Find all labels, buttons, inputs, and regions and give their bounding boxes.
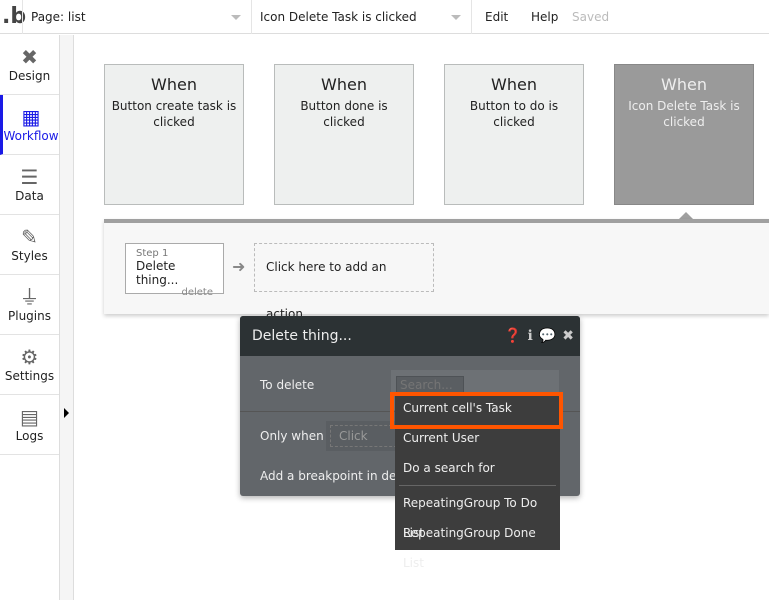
comment-icon[interactable]: 💬 bbox=[539, 328, 556, 344]
event-when: When bbox=[321, 75, 367, 94]
add-action-button[interactable]: Click here to add an action... bbox=[254, 243, 434, 321]
sidebar-item-settings[interactable]: ⚙ Settings bbox=[0, 335, 59, 395]
event-desc: Button to do is clicked bbox=[469, 99, 559, 129]
menu-edit[interactable]: Edit bbox=[485, 0, 508, 34]
sidebar-label: Logs bbox=[15, 429, 44, 443]
event-desc: Button done is clicked bbox=[300, 99, 388, 129]
save-status: Saved bbox=[572, 10, 610, 24]
highlight-box bbox=[390, 392, 563, 429]
workflow-panel: Step 1 Delete thing... delete ➜ Click he… bbox=[104, 219, 769, 321]
event-when: When bbox=[661, 75, 707, 94]
dropdown-menu: Current cell's Task Current User Do a se… bbox=[390, 392, 563, 570]
gear-icon: ⚙ bbox=[20, 345, 39, 369]
event-card[interactable]: When Button done is clicked bbox=[274, 64, 414, 205]
dropdown-item[interactable]: Do a search for bbox=[395, 453, 560, 483]
top-bar: .b Page: list Icon Delete Task is clicke… bbox=[0, 0, 769, 34]
sidebar-item-design[interactable]: ✖ Design bbox=[0, 35, 59, 95]
chevron-down-icon bbox=[231, 15, 241, 20]
sidebar: ✖ Design ▦ Workflow ☰ Data ✎ Styles ⏚ Plugins… bbox=[0, 35, 60, 600]
sidebar-item-logs[interactable]: ▤ Logs bbox=[0, 395, 59, 455]
dropdown-item[interactable]: RepeatingGroup To Do List bbox=[395, 488, 560, 540]
close-icon[interactable]: ✖ bbox=[562, 328, 574, 344]
sidebar-label: Data bbox=[15, 189, 44, 203]
design-icon: ✖ bbox=[21, 45, 38, 69]
step-delete-link[interactable]: delete bbox=[136, 287, 213, 298]
sidebar-label: Workflow bbox=[3, 129, 59, 143]
to-delete-label: To delete bbox=[260, 378, 315, 392]
only-when-label: Only when bbox=[260, 429, 324, 443]
step-1-card[interactable]: Step 1 Delete thing... delete bbox=[125, 243, 224, 298]
step-number: Step 1 bbox=[136, 248, 169, 259]
brush-icon: ✎ bbox=[21, 225, 38, 249]
event-select[interactable]: Icon Delete Task is clicked bbox=[251, 0, 471, 34]
event-card-selected[interactable]: When Icon Delete Task is clicked bbox=[614, 64, 754, 205]
sidebar-label: Design bbox=[8, 69, 51, 83]
event-desc: Button create task is clicked bbox=[111, 99, 237, 129]
sidebar-label: Plugins bbox=[8, 309, 51, 323]
chevron-down-icon bbox=[451, 15, 461, 20]
plug-icon: ⏚ bbox=[19, 285, 40, 309]
dropdown-item[interactable]: Current cell's Task bbox=[390, 392, 563, 429]
help-icon[interactable]: ❓ bbox=[504, 328, 521, 344]
event-desc: Icon Delete Task is clicked bbox=[628, 99, 740, 129]
sidebar-item-plugins[interactable]: ⏚ Plugins bbox=[0, 275, 59, 335]
selection-notch bbox=[679, 212, 693, 219]
divider bbox=[399, 485, 556, 486]
event-card[interactable]: When Button to do is clicked bbox=[444, 64, 584, 205]
sidebar-item-workflow[interactable]: ▦ Workflow bbox=[0, 95, 59, 155]
database-icon: ☰ bbox=[20, 165, 39, 189]
document-icon: ▤ bbox=[20, 405, 39, 429]
sidebar-label: Settings bbox=[4, 369, 55, 383]
expand-arrow-icon[interactable] bbox=[64, 408, 69, 418]
sidebar-item-data[interactable]: ☰ Data bbox=[0, 155, 59, 215]
breakpoint-label[interactable]: Add a breakpoint in deb bbox=[260, 469, 404, 483]
page-select-value: Page: list bbox=[31, 10, 86, 24]
info-icon[interactable]: ℹ bbox=[528, 328, 533, 344]
page-select[interactable]: Page: list bbox=[22, 0, 251, 34]
event-select-value: Icon Delete Task is clicked bbox=[260, 10, 417, 24]
menu-help[interactable]: Help bbox=[531, 0, 558, 34]
sidebar-item-styles[interactable]: ✎ Styles bbox=[0, 215, 59, 275]
dropdown-item[interactable]: RepeatingGroup Done List bbox=[395, 518, 560, 570]
event-when: When bbox=[151, 75, 197, 94]
step-name: Delete thing... bbox=[136, 259, 179, 287]
arrow-right-icon: ➜ bbox=[232, 257, 246, 276]
sidebar-gutter bbox=[60, 35, 74, 600]
workflow-icon: ▦ bbox=[21, 105, 41, 129]
event-when: When bbox=[491, 75, 537, 94]
event-card[interactable]: When Button create task is clicked bbox=[104, 64, 244, 205]
popup-title: Delete thing... bbox=[252, 328, 352, 344]
sidebar-label: Styles bbox=[11, 249, 48, 263]
